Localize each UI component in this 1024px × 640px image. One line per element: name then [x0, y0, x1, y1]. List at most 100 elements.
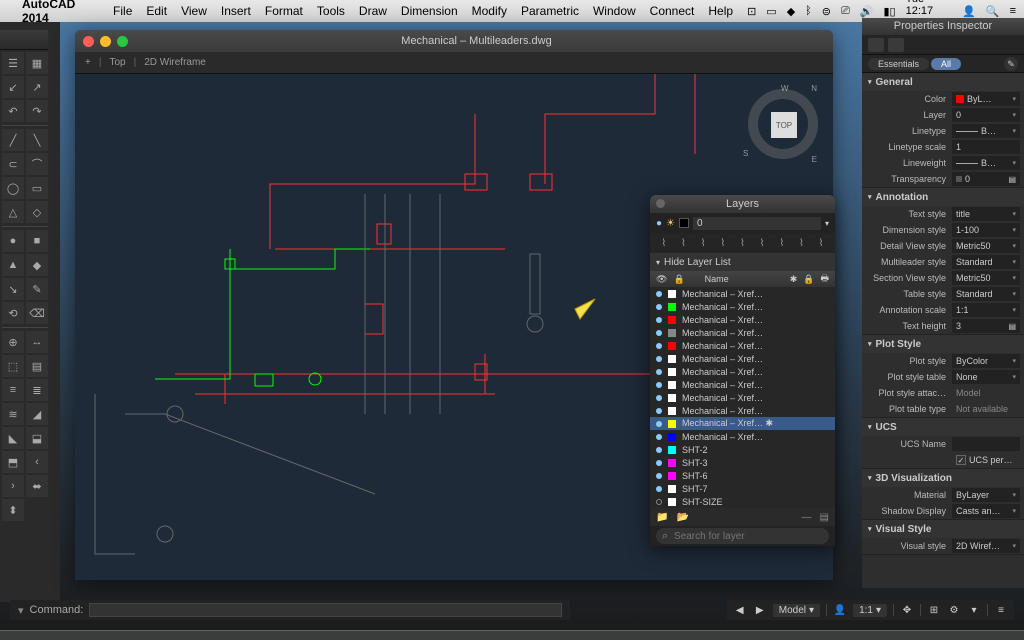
menubar-user-icon[interactable]: 👤	[962, 5, 976, 18]
menubar-wifi-icon[interactable]: ⊜	[822, 5, 831, 18]
filter-icon[interactable]: ⌇	[657, 236, 671, 250]
tool-0[interactable]: ☰	[2, 52, 24, 74]
filter-icon[interactable]: ⌇	[755, 236, 769, 250]
tool-17[interactable]: ■	[26, 230, 48, 252]
close-button[interactable]	[83, 36, 94, 47]
props-object-tab-icon[interactable]	[868, 38, 884, 52]
layer-row[interactable]: Mechanical – Xref…	[650, 326, 835, 339]
menubar-icon[interactable]: ◆	[787, 5, 795, 18]
visibility-icon[interactable]	[656, 447, 662, 453]
prop-multileader-style[interactable]: Standard▾	[952, 255, 1020, 269]
layer-row[interactable]: Mechanical – Xref…	[650, 339, 835, 352]
prop-layer[interactable]: 0▾	[952, 108, 1020, 122]
command-history-icon[interactable]: ▾	[18, 604, 24, 617]
tool-15[interactable]: ◇	[26, 201, 48, 223]
status-scale-lock-icon[interactable]: 👤	[833, 603, 847, 617]
tool-5[interactable]: ↗	[26, 76, 48, 98]
status-annotation-scale[interactable]: 1:1 ▾	[853, 604, 887, 617]
visibility-icon[interactable]	[656, 356, 662, 362]
menu-edit[interactable]: Edit	[146, 4, 167, 18]
menu-dimension[interactable]: Dimension	[401, 4, 458, 18]
layer-row[interactable]: Mechanical – Xref…	[650, 300, 835, 313]
visibility-col-icon[interactable]: 👁	[656, 274, 667, 285]
viewcube[interactable]: TOP W N E S	[743, 84, 823, 164]
tool-22[interactable]: ⟲	[2, 302, 24, 324]
window-titlebar[interactable]: Mechanical – Multileaders.dwg	[75, 30, 833, 52]
prop-ucs-name[interactable]	[952, 437, 1020, 451]
status-snap-icon[interactable]: ✥	[900, 603, 914, 617]
layer-row[interactable]: Mechanical – Xref…	[650, 391, 835, 404]
layer-search-input[interactable]	[656, 528, 829, 544]
status-prev-icon[interactable]: ◀	[733, 603, 747, 617]
visibility-icon[interactable]	[656, 408, 662, 414]
prop-detail-view-style[interactable]: Metric50▾	[952, 239, 1020, 253]
tool-41[interactable]: ›	[2, 475, 24, 497]
tool-21[interactable]: ✎	[26, 278, 48, 300]
tab-essentials[interactable]: Essentials	[868, 58, 929, 70]
menu-tools[interactable]: Tools	[317, 4, 345, 18]
visibility-icon[interactable]	[656, 473, 662, 479]
prop-section-view-style[interactable]: Metric50▾	[952, 271, 1020, 285]
section-ucs[interactable]: UCS	[862, 418, 1024, 436]
layer-row[interactable]: Mechanical – Xref…	[650, 352, 835, 365]
visibility-icon[interactable]	[656, 395, 662, 401]
tool-30[interactable]: ≋	[2, 403, 24, 425]
status-menu-icon[interactable]: ≡	[994, 603, 1008, 617]
layer-row[interactable]: Mechanical – Xref… ✱	[650, 417, 835, 430]
tool-37[interactable]: ⬒	[2, 451, 24, 473]
tool-13[interactable]: ▭	[26, 177, 48, 199]
visibility-icon[interactable]	[656, 421, 662, 427]
layer-row[interactable]: SHT-SIZE	[650, 495, 835, 508]
section-visual-style[interactable]: Visual Style	[862, 520, 1024, 538]
section-plot-style[interactable]: Plot Style	[862, 335, 1024, 353]
menubar-icon[interactable]: ⎚	[841, 5, 850, 18]
menu-help[interactable]: Help	[708, 4, 733, 18]
layer-row[interactable]: Mechanical – Xref…	[650, 378, 835, 391]
new-layer-icon[interactable]: 📁	[656, 512, 668, 523]
menu-parametric[interactable]: Parametric	[521, 4, 579, 18]
menu-format[interactable]: Format	[265, 4, 303, 18]
visibility-icon[interactable]	[656, 369, 662, 375]
prop-lineweight[interactable]: B…▾	[952, 156, 1020, 170]
viewcube-face[interactable]: TOP	[771, 112, 797, 138]
layer-row[interactable]: Mechanical – Xref…	[650, 287, 835, 300]
filter-icon[interactable]: ⌇	[716, 236, 730, 250]
tool-27[interactable]: ▤	[26, 355, 48, 377]
col-icon[interactable]: 🔒	[803, 274, 814, 285]
menubar-icon[interactable]: ▭	[766, 5, 776, 18]
layer-row[interactable]: Mechanical – Xref…	[650, 430, 835, 443]
properties-title[interactable]: Properties Inspector	[862, 18, 1024, 35]
tool-18[interactable]: ▲	[2, 254, 24, 276]
visibility-icon[interactable]	[656, 434, 662, 440]
edit-tabs-icon[interactable]: ✎	[1004, 57, 1018, 71]
layer-row[interactable]: Mechanical – Xref…	[650, 404, 835, 417]
menubar-icon[interactable]: ⊡	[747, 5, 756, 18]
tool-11[interactable]: ⌒	[26, 153, 48, 175]
menu-window[interactable]: Window	[593, 4, 636, 18]
filter-icon[interactable]: ⌇	[676, 236, 690, 250]
current-layer-row[interactable]: ● ☀ 0 ▾	[650, 213, 835, 233]
status-dropdown-icon[interactable]: ▾	[967, 603, 981, 617]
menu-insert[interactable]: Insert	[221, 4, 251, 18]
status-next-icon[interactable]: ▶	[753, 603, 767, 617]
visibility-icon[interactable]	[656, 291, 662, 297]
tool-23[interactable]: ⌫	[26, 302, 48, 324]
prop-plot-style-table[interactable]: None▾	[952, 370, 1020, 384]
resize-icon[interactable]: —	[802, 512, 812, 523]
tool-25[interactable]: ↔	[26, 331, 48, 353]
tool-14[interactable]: △	[2, 201, 24, 223]
menubar-volume-icon[interactable]: 🔊	[860, 5, 874, 18]
tool-36[interactable]: ⬓	[26, 427, 48, 449]
lock-col-icon[interactable]: 🔒	[673, 274, 684, 285]
filter-icon[interactable]: ⌇	[814, 236, 828, 250]
prop-linetype[interactable]: B…▾	[952, 124, 1020, 138]
tool-42[interactable]: ⬌	[26, 475, 48, 497]
menubar-bluetooth-icon[interactable]: ᛒ	[805, 5, 812, 17]
visibility-icon[interactable]	[656, 343, 662, 349]
tool-43[interactable]: ⬍	[2, 499, 24, 521]
prop-transparency[interactable]: 0▤	[952, 172, 1020, 186]
prop-text-style[interactable]: title▾	[952, 207, 1020, 221]
tool-29[interactable]: ≣	[26, 379, 48, 401]
prop-visual-style[interactable]: 2D Wiref…▾	[952, 539, 1020, 553]
command-input[interactable]	[89, 603, 562, 617]
